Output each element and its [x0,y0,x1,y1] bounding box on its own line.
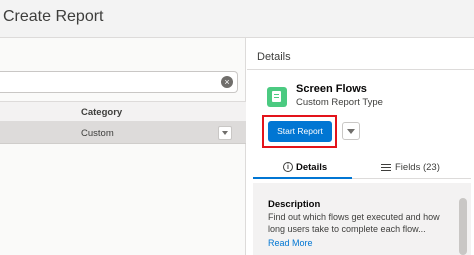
chevron-down-icon [222,131,228,135]
column-header-category[interactable]: Category [81,107,122,118]
table-row[interactable]: Custom [0,122,246,144]
chevron-down-icon [347,129,355,134]
category-cell: Custom [81,128,114,139]
table-header: Category [0,101,246,122]
read-more-link[interactable]: Read More [268,238,313,248]
page-header: Create Report [0,0,474,38]
report-type-list-panel: × Category Custom [0,38,246,255]
scrollbar[interactable] [459,198,467,255]
list-icon [381,164,391,171]
more-options-button[interactable] [342,122,360,140]
details-panel-title: Details [257,51,291,63]
description-heading: Description [268,199,321,210]
flow-icon [267,87,287,107]
tab-fields[interactable]: Fields (23) [395,162,440,173]
start-report-button[interactable]: Start Report [268,121,332,142]
report-type-title: Screen Flows [296,83,367,95]
tab-details[interactable]: Details [296,162,327,173]
clear-search-icon[interactable]: × [221,76,233,88]
info-icon: i [283,162,293,172]
row-actions-button[interactable] [218,126,232,140]
active-tab-indicator [253,177,352,179]
description-text: Find out which flows get executed and ho… [268,212,440,234]
report-type-subtitle: Custom Report Type [296,97,383,108]
divider [247,69,474,70]
page-title: Create Report [3,8,104,25]
search-input[interactable] [0,71,238,93]
